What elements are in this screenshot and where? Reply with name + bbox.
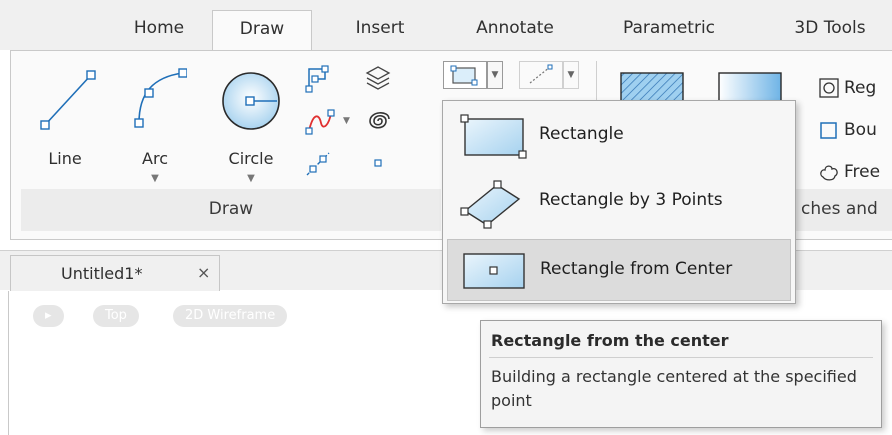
line-label: Line <box>48 149 82 168</box>
polyline-tool[interactable] <box>301 63 335 95</box>
visual-style-button[interactable]: 2D Wireframe <box>173 305 288 327</box>
circle-label: Circle <box>228 149 274 168</box>
document-tab[interactable]: Untitled1* × <box>10 255 220 291</box>
rectangle-center-icon <box>463 253 525 289</box>
spline-icon: ▼ <box>305 109 350 135</box>
helix-tool[interactable] <box>361 105 395 137</box>
rectangle-dropdown-menu: Rectangle Rectangle by 3 Points Rectangl… <box>442 100 796 304</box>
circle-tool[interactable]: Circle ▼ <box>215 63 287 184</box>
hatches-panel-title[interactable]: ches and <box>791 189 892 231</box>
freeform-cloud-icon <box>820 165 838 181</box>
arc-label: Arc <box>142 149 168 168</box>
arc-dropdown-caret[interactable]: ▼ <box>123 173 187 184</box>
menu-item-rectangle-from-center-label: Rectangle from Center <box>540 259 733 279</box>
edit-line-split-button[interactable] <box>519 61 563 89</box>
boundary-label: Bou <box>844 120 877 140</box>
tooltip: Rectangle from the center Building a rec… <box>480 320 882 428</box>
menu-item-rectangle-label: Rectangle <box>539 124 624 144</box>
view-cube-button[interactable]: Top <box>93 305 139 327</box>
arc-icon <box>134 68 188 128</box>
tooltip-title: Rectangle from the center <box>491 331 729 350</box>
region-icon <box>819 78 839 98</box>
rectangle-dropdown-caret[interactable]: ▼ <box>487 61 503 89</box>
rectangle-icon <box>460 114 527 159</box>
tooltip-divider <box>489 357 873 358</box>
boundary-icon <box>820 122 837 139</box>
document-tab-title: Untitled1* <box>61 264 143 283</box>
tab-parametric[interactable]: Parametric <box>608 14 730 50</box>
menu-item-rectangle[interactable]: Rectangle <box>447 105 791 167</box>
tooltip-description: Building a rectangle centered at the spe… <box>491 367 857 410</box>
point-tool[interactable] <box>361 147 395 179</box>
line-icon <box>40 70 96 130</box>
svg-text:▼: ▼ <box>343 116 350 126</box>
polyline-icon <box>305 65 329 93</box>
circle-icon <box>222 72 280 130</box>
menu-item-rectangle-from-center[interactable]: Rectangle from Center <box>447 239 791 301</box>
tab-home[interactable]: Home <box>118 14 200 50</box>
circle-dropdown-caret[interactable]: ▼ <box>215 173 287 184</box>
freeform-label: Free <box>844 162 881 182</box>
spiral-icon <box>369 112 390 129</box>
tab-3d-tools[interactable]: 3D Tools <box>780 14 880 50</box>
draw-panel-title[interactable]: Draw <box>21 189 441 231</box>
tab-insert[interactable]: Insert <box>340 14 420 50</box>
region-label: Reg <box>844 78 877 98</box>
edit-line-dropdown-caret[interactable]: ▼ <box>563 61 579 89</box>
arc-tool[interactable]: Arc ▼ <box>123 63 188 184</box>
tab-draw[interactable]: Draw <box>212 10 312 51</box>
dashed-line-icon <box>529 64 553 84</box>
rectangle-split-button[interactable] <box>443 61 487 89</box>
hatch-layers-tool[interactable] <box>361 63 395 95</box>
tab-annotate[interactable]: Annotate <box>460 14 570 50</box>
spline-tool[interactable]: ▼ <box>301 105 357 137</box>
ribbon-tab-bar: Home Draw Insert Annotate Parametric 3D … <box>0 0 892 51</box>
rectangle-small-icon <box>450 65 478 86</box>
point-icon <box>374 159 382 167</box>
viewport-menu-button[interactable]: ▸ <box>33 305 64 327</box>
menu-item-rectangle-3-points[interactable]: Rectangle by 3 Points <box>447 171 791 233</box>
line-tool[interactable]: Line <box>33 63 97 183</box>
menu-item-rectangle-3-points-label: Rectangle by 3 Points <box>539 190 723 210</box>
close-icon[interactable]: × <box>197 263 210 282</box>
xline-tool[interactable] <box>301 147 335 179</box>
rectangle-3points-icon <box>460 180 521 229</box>
construction-line-icon <box>306 152 330 176</box>
layers-icon <box>365 66 391 90</box>
